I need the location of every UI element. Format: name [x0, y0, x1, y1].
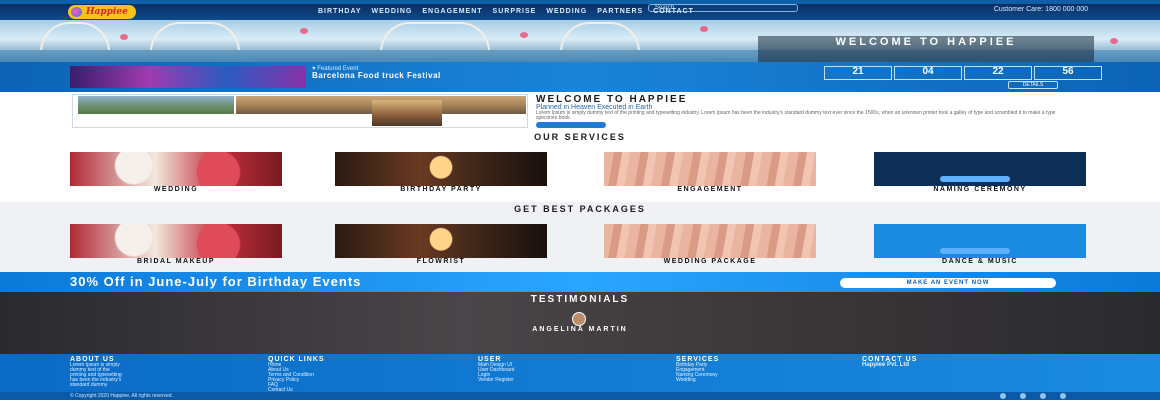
- footer-user: USER Main Design UI User Dashboard Login…: [478, 356, 628, 383]
- service-caption: ENGAGEMENT: [677, 186, 743, 193]
- footer-link[interactable]: Vendor Register: [478, 378, 628, 383]
- hero-banner: WELCOME TO HAPPIEE: [0, 20, 1160, 62]
- nav-item-wedding-2[interactable]: WEDDING: [546, 8, 587, 15]
- testimonials-section: TESTIMONIALS ANGELINA MARTIN: [0, 292, 1160, 354]
- welcome-image-building: [372, 100, 442, 126]
- twitter-icon[interactable]: [1020, 393, 1026, 399]
- packages-title: GET BEST PACKAGES: [514, 204, 646, 214]
- footer-about: ABOUT US Lorem Ipsum is simply dummy tex…: [70, 356, 220, 388]
- nav-item-birthday[interactable]: BIRTHDAY: [318, 8, 362, 15]
- nav-item-wedding[interactable]: WEDDING: [372, 8, 413, 15]
- testimonial-name: ANGELINA MARTIN: [532, 326, 628, 333]
- footer: ABOUT US Lorem Ipsum is simply dummy tex…: [0, 354, 1160, 393]
- package-caption: BRIDAL MAKEUP: [136, 258, 216, 265]
- package-card-dance[interactable]: DANCE & MUSIC: [874, 224, 1086, 265]
- site-logo[interactable]: Happiee: [68, 5, 136, 19]
- welcome-body: Lorem Ipsum is simply dummy text of the …: [536, 110, 1056, 121]
- flower-decoration: [120, 34, 128, 40]
- quote-button[interactable]: [940, 176, 1010, 182]
- footer-quick-links: QUICK LINKS Home About Us Terms and Cond…: [268, 356, 418, 393]
- youtube-icon[interactable]: [1060, 393, 1066, 399]
- welcome-image-garden: [78, 96, 234, 114]
- naming-ceremony-panel: [874, 152, 1086, 186]
- flower-decoration: [1110, 38, 1118, 44]
- navbar: Happiee Search BIRTHDAY WEDDING ENGAGEME…: [0, 4, 1160, 20]
- service-caption: WEDDING: [153, 186, 199, 193]
- customer-care: Customer Care: 1800 000 000: [993, 6, 1088, 13]
- services-title: OUR SERVICES: [534, 132, 626, 142]
- countdown-minutes: 22: [964, 66, 1032, 80]
- featured-event-image: [70, 66, 306, 88]
- footer-text: standard dummy: [70, 382, 108, 388]
- logo-text: Happiee: [86, 7, 128, 17]
- service-caption: NAMING CEREMONY: [933, 186, 1027, 193]
- flower-decoration: [300, 28, 308, 34]
- details-button[interactable]: DETAILS: [1008, 81, 1058, 89]
- package-caption: FLOWRIST: [416, 258, 466, 265]
- featured-event-name[interactable]: Barcelona Food truck Festival: [312, 71, 441, 80]
- service-card-birthday[interactable]: BIRTHDAY PARTY: [335, 152, 547, 193]
- countdown: 21 04 22 56: [824, 66, 1104, 80]
- featured-event: ♥ Featured Event Barcelona Food truck Fe…: [0, 62, 1160, 92]
- flower-decoration: [520, 32, 528, 38]
- service-card-wedding[interactable]: WEDDING: [70, 152, 282, 193]
- logo-icon: [71, 7, 82, 17]
- countdown-hours-value: 04: [922, 66, 934, 77]
- read-more-button[interactable]: [536, 122, 606, 128]
- arch-decoration: [560, 22, 640, 52]
- package-card-bridal[interactable]: BRIDAL MAKEUP: [70, 224, 282, 265]
- instagram-icon[interactable]: [1040, 393, 1046, 399]
- quote-button[interactable]: [940, 248, 1010, 254]
- nav-item-engagement[interactable]: ENGAGEMENT: [422, 8, 482, 15]
- arch-decoration: [40, 22, 110, 52]
- nav-item-surprise[interactable]: SURPRISE: [493, 8, 537, 15]
- copyright-text: © Copyright 2020 Happiee. All rights res…: [70, 393, 173, 399]
- package-caption: DANCE & MUSIC: [942, 258, 1018, 265]
- testimonials-title: TESTIMONIALS: [530, 294, 630, 305]
- make-event-button[interactable]: MAKE AN EVENT NOW: [840, 278, 1056, 288]
- package-card-flowrist[interactable]: FLOWRIST: [335, 224, 547, 265]
- hero-title-box: WELCOME TO HAPPIEE: [758, 36, 1094, 62]
- page: Happiee Search BIRTHDAY WEDDING ENGAGEME…: [0, 0, 1160, 400]
- dance-music-panel: [874, 224, 1086, 258]
- promo-banner: 30% Off in June-July for Birthday Events…: [0, 272, 1160, 292]
- wedding-package-image: [604, 224, 816, 258]
- nav-item-contact[interactable]: CONTACT: [653, 8, 694, 15]
- avatar: [572, 312, 586, 326]
- countdown-days: 21: [824, 66, 892, 80]
- footer-services: SERVICES Birthday Party Engagement Namin…: [676, 356, 826, 383]
- arch-decoration: [380, 22, 490, 52]
- footer-company: Happiee Pvt. Ltd: [862, 362, 910, 368]
- service-caption: BIRTHDAY PARTY: [400, 186, 482, 193]
- countdown-hours: 04: [894, 66, 962, 80]
- nav-item-partners[interactable]: PARTNERS: [597, 8, 643, 15]
- arch-decoration: [150, 22, 240, 52]
- package-card-wedding[interactable]: WEDDING PACKAGE: [604, 224, 816, 265]
- footer-contact: CONTACT US Happiee Pvt. Ltd: [862, 356, 1012, 368]
- birthday-image: [335, 152, 547, 186]
- package-caption: WEDDING PACKAGE: [663, 258, 757, 265]
- footer-link[interactable]: Wedding: [676, 378, 826, 383]
- copyright-bar: © Copyright 2020 Happiee. All rights res…: [0, 392, 1160, 400]
- flower-decoration: [700, 26, 708, 32]
- service-card-engagement[interactable]: ENGAGEMENT: [604, 152, 816, 193]
- main-nav: BIRTHDAY WEDDING ENGAGEMENT SURPRISE WED…: [318, 8, 694, 15]
- flowrist-image: [335, 224, 547, 258]
- countdown-days-value: 21: [852, 66, 864, 77]
- hero-title: WELCOME TO HAPPIEE: [835, 36, 1017, 48]
- countdown-minutes-value: 22: [992, 66, 1004, 77]
- countdown-seconds: 56: [1034, 66, 1102, 80]
- service-card-naming[interactable]: NAMING CEREMONY: [874, 152, 1086, 193]
- facebook-icon[interactable]: [1000, 393, 1006, 399]
- promo-text: 30% Off in June-July for Birthday Events: [70, 274, 362, 289]
- footer-heading: QUICK LINKS: [268, 356, 325, 363]
- bridal-makeup-image: [70, 224, 282, 258]
- welcome-section: WELCOME TO HAPPIEE Planned in Heaven Exe…: [0, 92, 1160, 130]
- engagement-image: [604, 152, 816, 186]
- wedding-image: [70, 152, 282, 186]
- countdown-seconds-value: 56: [1062, 66, 1074, 77]
